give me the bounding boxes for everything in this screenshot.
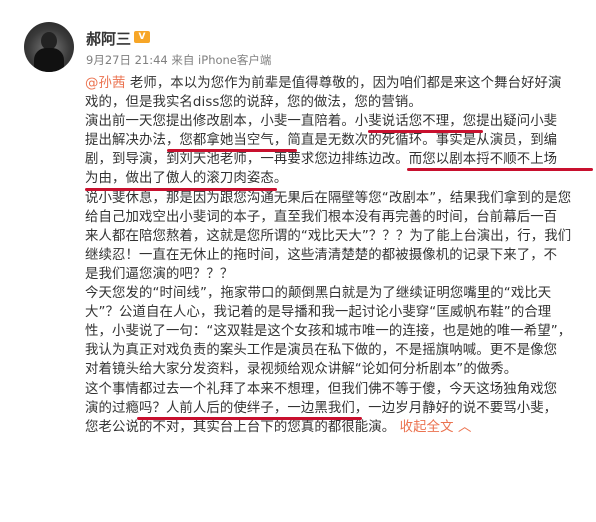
post-text: 老师，本以为您作为前辈是值得尊敬的，因为咱们都是来这个舞台好好演 [125, 76, 562, 91]
post-text-line: 给自己加戏空出小斐词的本子，直至我们根本没有再完善的时间，台前幕后一百 [85, 208, 590, 227]
vip-badge-icon: V [134, 31, 150, 43]
post-text: 性，小斐说了一句：“这双鞋是这个女孩和城市唯一的连接，也是她的唯一希望”， [85, 324, 572, 340]
post-content: @孙茜 老师，本以为您作为前辈是值得尊敬的，因为咱们都是来这个舞台好好演 戏的，但… [85, 74, 593, 437]
post-source: 来自 iPhone客户端 [171, 53, 272, 67]
post-text-line: @孙茜 老师，本以为您作为前辈是值得尊敬的，因为咱们都是来这个舞台好好演 [85, 74, 590, 93]
post-text-line: 说小斐休息，那是因为跟您沟通无果后在隔壁等您“改剧本”，结果我们拿到的是您 [85, 189, 590, 208]
red-underline-mark [137, 416, 362, 420]
red-underline-mark [368, 130, 483, 134]
post-text: 演的过瘾吗？人前人后的使绊子，一边黑我们，一边岁月静好的说不要骂小斐， [85, 400, 558, 416]
post-text-line: 为由，做出了傲人的滚刀肉姿态。 [85, 169, 590, 188]
post-text: 戏的，但是我实名diss您的说辞，您的做法，您的营销。 [85, 95, 422, 111]
post-text: 您老公说的不对，其实台上台下的您真的都很能演。 [85, 419, 400, 435]
post-text-line: 这个事情都过去一个礼拜了本来不想理，但我们佛不等于傻，今天这场独角戏您 [85, 380, 590, 399]
post-time[interactable]: 9月27日 21:44 [86, 53, 168, 67]
mention-link[interactable]: @孙茜 [85, 76, 125, 91]
post-text: 今天您发的“时间线”，拖家带口的颠倒黑白就是为了继续证明您嘴里的“戏比天 [85, 286, 552, 302]
post-text: 对着镜头给大家分发资料，录视频给观众讲解“论如何分析剧本”的做秀。 [85, 362, 518, 378]
post-text: 继续忍！一直在无休止的拖时间，这些清清楚楚的都被摄像机的记录下来了，不 [85, 247, 558, 263]
post-text: 这个事情都过去一个礼拜了本来不想理，但我们佛不等于傻，今天这场独角戏您 [85, 381, 558, 397]
post-text: 来人都在陪您熬着，这就是您所谓的“戏比天大”？？？为了能上台演出，行，我们 [85, 228, 572, 244]
post-text-line: 是我们逼您演的吧？？？ [85, 265, 590, 284]
post-text: 说小斐休息，那是因为跟您沟通无果后在隔壁等您“改剧本”，结果我们拿到的是您 [85, 190, 572, 206]
post-text: 演出前一天您提出修改剧本，小斐一直陪着。小斐说话您不理，您提出疑问小斐 [85, 114, 558, 130]
post-text: 给自己加戏空出小斐词的本子，直至我们根本没有再完善的时间，台前幕后一百 [85, 209, 558, 225]
post-text: 大”？公道自在人心，我记着的是导播和我一起讨论小斐穿“匡威帆布鞋”的合理 [85, 305, 552, 321]
red-underline-mark [167, 149, 297, 153]
post-text-line: 剧，到导演，到刘天池老师，一再要求您边排练边改。而您以剧本捋不顺不上场 [85, 150, 590, 169]
post-text: 剧，到导演，到刘天池老师，一再要求您边排练边改。而您以剧本捋不顺不上场 [85, 152, 558, 168]
author-name[interactable]: 郝阿三 [86, 28, 131, 49]
post-meta: 9月27日 21:44 来自 iPhone客户端 [86, 52, 271, 68]
post-text: 是我们逼您演的吧？？？ [85, 266, 234, 282]
post-text-line: 演出前一天您提出修改剧本，小斐一直陪着。小斐说话您不理，您提出疑问小斐 [85, 112, 590, 131]
avatar-person-body [34, 48, 64, 72]
post-text-line: 今天您发的“时间线”，拖家带口的颠倒黑白就是为了继续证明您嘴里的“戏比天 [85, 284, 590, 303]
post-text-line: 继续忍！一直在无休止的拖时间，这些清清楚楚的都被摄像机的记录下来了，不 [85, 246, 590, 265]
collapse-text-link[interactable]: 收起全文 [400, 420, 454, 435]
post-text-line: 对着镜头给大家分发资料，录视频给观众讲解“论如何分析剧本”的做秀。 [85, 360, 590, 379]
collapse-text-link[interactable]: ︿ [454, 420, 472, 435]
post-text-line: 来人都在陪您熬着，这就是您所谓的“戏比天大”？？？为了能上台演出，行，我们 [85, 227, 590, 246]
post-text-line: 我认为真正对戏负责的案头工作是演员在私下做的，不是摇旗呐喊。更不是像您 [85, 341, 590, 360]
post-text-line: 您老公说的不对，其实台上台下的您真的都很能演。 收起全文 ︿ [85, 418, 590, 437]
post-text: 为由，做出了傲人的滚刀肉姿态。 [85, 171, 288, 187]
post-text-line: 演的过瘾吗？人前人后的使绊子，一边黑我们，一边岁月静好的说不要骂小斐， [85, 399, 590, 418]
red-underline-mark [407, 168, 593, 172]
post-text-line: 戏的，但是我实名diss您的说辞，您的做法，您的营销。 [85, 93, 590, 112]
red-underline-mark [85, 187, 277, 191]
post-text: 提出解决办法，您都拿她当空气，简直是无数次的死循环。事实是从演员，到编 [85, 133, 558, 149]
post-text-line: 性，小斐说了一句：“这双鞋是这个女孩和城市唯一的连接，也是她的唯一希望”， [85, 322, 590, 341]
post-text: 我认为真正对戏负责的案头工作是演员在私下做的，不是摇旗呐喊。更不是像您 [85, 343, 558, 359]
avatar[interactable] [24, 22, 74, 72]
post-text-line: 大”？公道自在人心，我记着的是导播和我一起讨论小斐穿“匡威帆布鞋”的合理 [85, 303, 590, 322]
post-text-line: 提出解决办法，您都拿她当空气，简直是无数次的死循环。事实是从演员，到编 [85, 131, 590, 150]
